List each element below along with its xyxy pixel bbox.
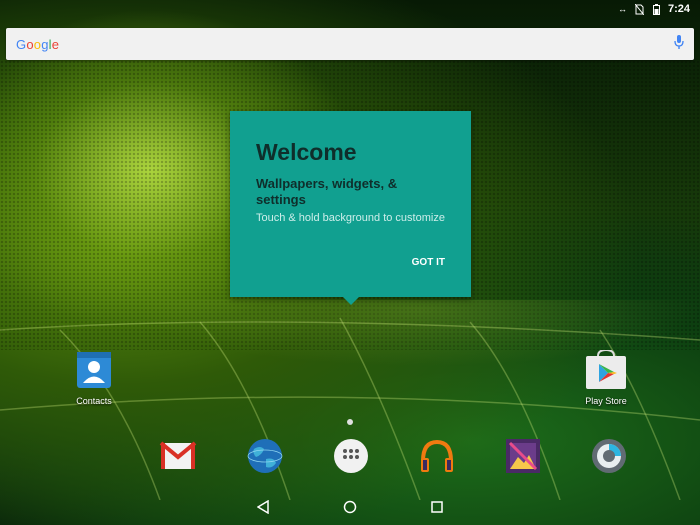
nav-back-button[interactable]: [253, 499, 273, 519]
music-headphones-icon: [418, 439, 456, 479]
back-icon: [256, 499, 269, 519]
page-indicator: [347, 419, 353, 425]
welcome-description: Touch & hold background to customize: [256, 212, 445, 224]
status-bar: ↔ 7:24: [0, 0, 700, 18]
data-sync-icon: ↔: [617, 4, 627, 14]
welcome-title: Welcome: [256, 139, 357, 165]
photos-icon: [504, 439, 542, 479]
browser-globe-icon: [246, 439, 284, 479]
camera-icon: [590, 439, 628, 479]
welcome-card: Welcome Wallpapers, widgets, & settings …: [230, 111, 471, 305]
battery-icon: [651, 3, 662, 15]
welcome-card-pointer: [343, 297, 359, 305]
recents-icon: [431, 500, 443, 518]
no-sim-icon: [634, 3, 645, 15]
mic-icon[interactable]: [674, 34, 684, 55]
google-search-bar[interactable]: Google: [6, 28, 694, 60]
welcome-subtitle: Wallpapers, widgets, & settings: [256, 176, 398, 207]
play-store-icon: [584, 348, 628, 392]
play-store-label: Play Store: [585, 396, 627, 406]
contacts-label: Contacts: [76, 396, 112, 406]
app-drawer-icon: [332, 439, 370, 479]
google-logo: Google: [16, 36, 60, 52]
nav-home-button[interactable]: [340, 500, 360, 518]
dock-photos[interactable]: [504, 437, 542, 475]
dock-gmail[interactable]: [159, 437, 197, 475]
nav-recents-button[interactable]: [427, 500, 447, 518]
app-contacts[interactable]: Contacts: [54, 350, 134, 406]
home-icon: [343, 500, 357, 519]
dock-camera[interactable]: [590, 437, 628, 475]
status-clock: 7:24: [667, 3, 690, 15]
contacts-icon: [75, 352, 113, 392]
dock-browser[interactable]: [246, 437, 284, 475]
got-it-button[interactable]: GOT IT: [412, 257, 445, 268]
gmail-icon: [159, 441, 197, 479]
dock-app-drawer[interactable]: [332, 437, 370, 475]
app-play-store[interactable]: Play Store: [566, 348, 646, 406]
dock-music[interactable]: [418, 437, 456, 475]
